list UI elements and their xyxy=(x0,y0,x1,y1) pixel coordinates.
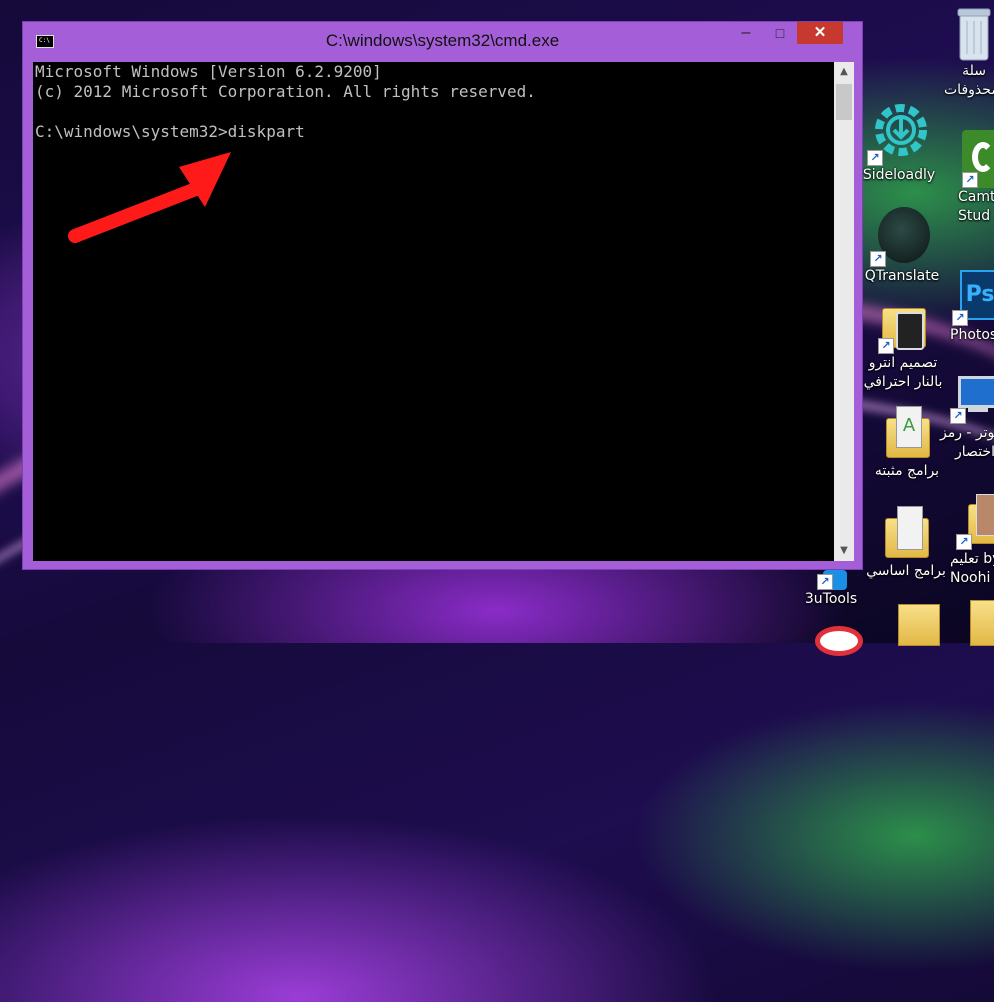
scroll-up-button[interactable]: ▲ xyxy=(834,62,854,82)
desktop-icon-partial[interactable] xyxy=(815,626,863,656)
noohi-label: تعليم by xyxy=(950,551,994,567)
folder-icon-partial[interactable] xyxy=(898,604,940,646)
desktop-icon-camtasia[interactable]: ↗ Camt Stud xyxy=(958,126,994,226)
recycle-bin-icon xyxy=(957,6,991,62)
qtranslate-label: QTranslate xyxy=(864,268,940,284)
shortcut-arrow-icon: ↗ xyxy=(962,172,978,188)
photoshop-label: Photos xyxy=(950,327,994,343)
sideloadly-label: Sideloadly xyxy=(862,167,936,183)
maximize-button[interactable]: □ xyxy=(763,22,797,44)
desktop-icon-intro-design[interactable]: ↗ تصميم انترو بالنار احترافي xyxy=(862,292,944,392)
title-bar[interactable]: C:\ C:\windows\system32\cmd.exe ‒ □ ✕ xyxy=(23,22,862,56)
folder-icon: A xyxy=(882,400,932,462)
scroll-down-button[interactable]: ▼ xyxy=(834,541,854,561)
computer-icon: ↗ xyxy=(950,372,994,424)
noohi-label: Noohi xyxy=(950,570,991,586)
intro-design-label: بالنار احترافي xyxy=(863,374,943,390)
cmd-window[interactable]: C:\ C:\windows\system32\cmd.exe ‒ □ ✕ Mi… xyxy=(22,21,863,570)
camtasia-label: Camt xyxy=(958,189,994,205)
folder-icon-partial[interactable] xyxy=(970,600,994,646)
camtasia-label: Stud xyxy=(958,208,991,224)
shortcut-arrow-icon: ↗ xyxy=(950,408,966,424)
camtasia-icon: ↗ xyxy=(962,126,994,188)
sideloadly-icon: ↗ xyxy=(867,100,931,166)
computer-label: اختصار xyxy=(955,444,994,460)
desktop-icon-3utools[interactable]: ↗ 3uTools xyxy=(796,568,866,609)
desktop-icon-photoshop[interactable]: Ps ↗ Photos xyxy=(946,268,994,345)
console-output[interactable]: Microsoft Windows [Version 6.2.9200] (c)… xyxy=(33,62,834,561)
shortcut-arrow-icon: ↗ xyxy=(817,574,833,590)
3utools-icon: ↗ xyxy=(811,568,851,590)
folder-icon xyxy=(881,500,931,562)
intro-design-label: تصميم انترو xyxy=(868,355,938,371)
installed-programs-label: برامج مثبته xyxy=(874,463,940,479)
3utools-label: 3uTools xyxy=(804,591,858,607)
basic-programs-label: برامج اساسي xyxy=(866,563,946,579)
scroll-thumb[interactable] xyxy=(836,84,852,120)
shortcut-arrow-icon: ↗ xyxy=(867,150,883,166)
desktop-icon-sideloadly[interactable]: ↗ Sideloadly xyxy=(861,100,937,185)
shortcut-arrow-icon: ↗ xyxy=(952,310,968,326)
close-button[interactable]: ✕ xyxy=(797,22,843,44)
desktop-icon-recycle-bin[interactable]: سلة المحذوفات xyxy=(944,6,994,100)
recycle-bin-label: سلة xyxy=(962,63,986,79)
shortcut-arrow-icon: ↗ xyxy=(878,338,894,354)
photoshop-icon: Ps ↗ xyxy=(952,268,994,326)
desktop-icon-noohi[interactable]: ↗ تعليم by Noohi xyxy=(950,490,994,588)
folder-icon: ↗ xyxy=(878,292,928,354)
annotation-arrow xyxy=(68,152,231,243)
vertical-scrollbar[interactable]: ▲ ▼ xyxy=(834,62,854,561)
qtranslate-icon: ↗ xyxy=(870,205,934,267)
desktop-icon-qtranslate[interactable]: ↗ QTranslate xyxy=(861,205,943,286)
shortcut-arrow-icon: ↗ xyxy=(870,251,886,267)
shortcut-arrow-icon: ↗ xyxy=(956,534,972,550)
desktop-icon-computer[interactable]: ↗ كمبيوتر - رمز اختصار xyxy=(940,372,994,462)
minimize-button[interactable]: ‒ xyxy=(729,22,763,44)
computer-label: كمبيوتر - رمز xyxy=(940,425,994,441)
desktop-icon-basic-programs[interactable]: برامج اساسي xyxy=(864,500,948,581)
folder-icon: ↗ xyxy=(956,490,994,550)
desktop-icon-installed-programs[interactable]: A برامج مثبته xyxy=(866,400,948,481)
recycle-bin-label: المحذوفات xyxy=(944,82,994,98)
